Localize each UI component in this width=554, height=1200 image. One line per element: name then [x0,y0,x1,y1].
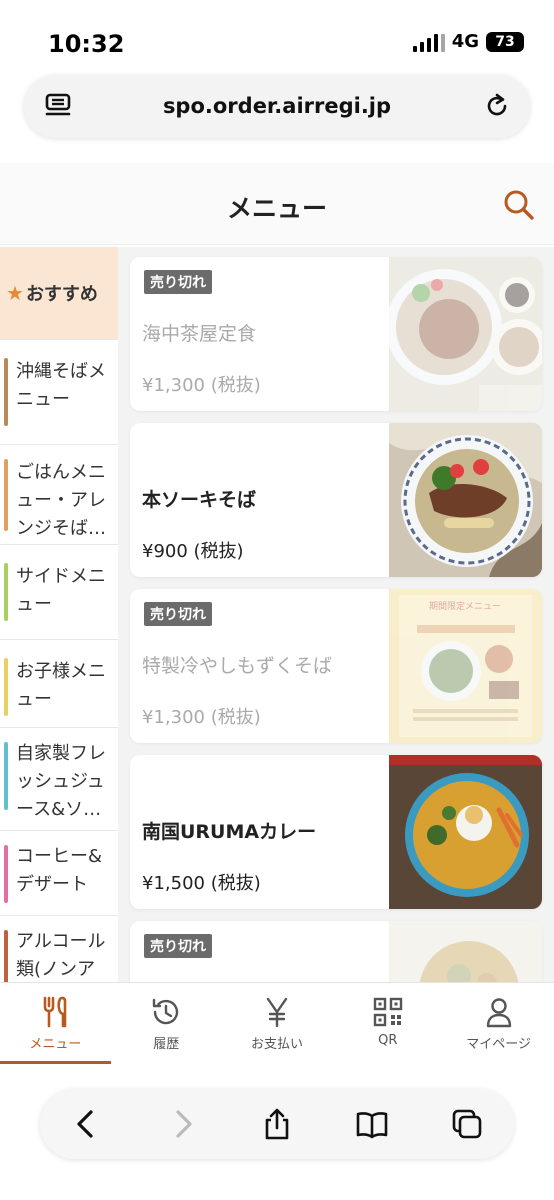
menu-item-name: 特製冷やしもずくそば [142,655,333,677]
category-color-bar [4,563,8,621]
tab-label: お支払い [250,1037,303,1052]
category-color-bar [4,658,8,716]
yen-icon [266,997,288,1028]
fork-knife-icon [44,996,67,1028]
browser-toolbar [0,1064,554,1200]
category-color-bar [4,742,8,810]
menu-list[interactable]: 売り切れ 海中茶屋定食 ¥1,300 (税抜) 本ソーキそば ¥900 (税抜) [118,247,554,982]
person-icon [486,998,511,1028]
menu-item-card[interactable]: 本ソーキそば ¥900 (税抜) [130,423,542,577]
category-color-bar [4,459,8,531]
category-coffee-dessert[interactable]: コーヒー&デザート [0,831,118,916]
reload-icon[interactable] [482,91,512,121]
menu-item-price: ¥1,300 (税抜) [142,375,261,396]
menu-item-card[interactable]: 売り切れ [130,921,542,982]
bookmarks-icon[interactable] [355,1107,389,1141]
category-recommended[interactable]: ★ おすすめ [0,247,118,340]
category-color-bar [4,845,8,903]
menu-item-card[interactable]: 売り切れ 海中茶屋定食 ¥1,300 (税抜) [130,257,542,411]
sold-out-badge: 売り切れ [144,270,212,294]
menu-item-photo: 期間限定メニュー [389,589,542,743]
signal-icon [412,32,445,52]
menu-item-price: ¥1,500 (税抜) [142,873,261,894]
menu-item-name: 本ソーキそば [142,489,257,511]
menu-item-photo [389,921,542,982]
status-right: 4G 73 [412,31,524,52]
forward-icon[interactable] [165,1107,199,1141]
menu-item-name: 海中茶屋定食 [142,323,257,345]
status-bar: 10:32 4G 73 [0,0,554,70]
menu-item-price: ¥900 (税抜) [142,541,244,562]
menu-item-photo [389,755,542,909]
tab-label: 履歴 [153,1037,180,1052]
tab-payment[interactable]: お支払い [222,983,333,1064]
page-title: メニュー [226,194,327,223]
category-fresh-juice[interactable]: 自家製フレッシュジュース&ソ… [0,728,118,831]
category-label: おすすめ [25,284,98,305]
tab-label: マイページ [466,1037,531,1052]
category-label: アルコール類(ノンアルコール [16,931,106,980]
network-label: 4G [451,31,479,52]
sold-out-badge: 売り切れ [144,934,212,958]
category-label: 自家製フレッシュジュース&ソ… [16,743,106,820]
share-icon[interactable] [260,1107,294,1141]
tab-mypage[interactable]: マイページ [443,983,554,1064]
status-time: 10:32 [48,30,125,58]
back-icon[interactable] [70,1107,104,1141]
tab-qr[interactable]: QR [332,983,443,1064]
tab-menu[interactable]: メニュー [0,983,111,1064]
category-alcohol[interactable]: アルコール類(ノンアルコール [0,916,118,982]
url-text[interactable]: spo.order.airregi.jp [24,94,530,118]
category-side-menu[interactable]: サイドメニュー [0,545,118,640]
history-icon [152,998,179,1025]
category-okinawa-soba[interactable]: 沖縄そばメニュー [0,340,118,445]
menu-item-card[interactable]: 南国URUMAカレー ¥1,500 (税抜) [130,755,542,909]
category-label: コーヒー&デザート [16,846,103,895]
category-color-bar [4,358,8,426]
bottom-tab-bar[interactable]: メニュー 履歴 お支払い QR マイページ [0,982,554,1064]
star-icon: ★ [6,281,24,305]
category-color-bar [4,930,8,982]
category-sidebar[interactable]: ★ おすすめ 沖縄そばメニュー ごはんメニュー・アレンジそば… サイドメニュー お… [0,247,118,982]
poster-title: 期間限定メニュー [429,600,501,612]
qr-icon [373,997,402,1027]
search-icon[interactable] [502,188,536,222]
address-bar[interactable]: spo.order.airregi.jp [24,75,530,138]
menu-item-photo [389,423,542,577]
tab-label: QR [378,1033,398,1048]
tab-history[interactable]: 履歴 [111,983,222,1064]
menu-item-name: 南国URUMAカレー [142,821,317,843]
sold-out-badge: 売り切れ [144,602,212,626]
tab-label: メニュー [29,1037,82,1052]
category-label: ごはんメニュー・アレンジそば… [16,462,106,539]
toolbar-pill [40,1089,514,1159]
category-kids-menu[interactable]: お子様メニュー [0,640,118,728]
battery-icon: 73 [486,31,524,52]
menu-item-price: ¥1,300 (税抜) [142,707,261,728]
category-label: お子様メニュー [16,661,106,710]
menu-item-photo [389,257,542,411]
menu-item-card[interactable]: 売り切れ 特製冷やしもずくそば ¥1,300 (税抜) 期間限定メニュー [130,589,542,743]
category-label: 沖縄そばメニュー [16,361,106,410]
category-label: サイドメニュー [16,566,106,615]
page-header: メニュー [0,163,554,245]
category-rice-menu[interactable]: ごはんメニュー・アレンジそば… [0,445,118,545]
tabs-icon[interactable] [450,1107,484,1141]
